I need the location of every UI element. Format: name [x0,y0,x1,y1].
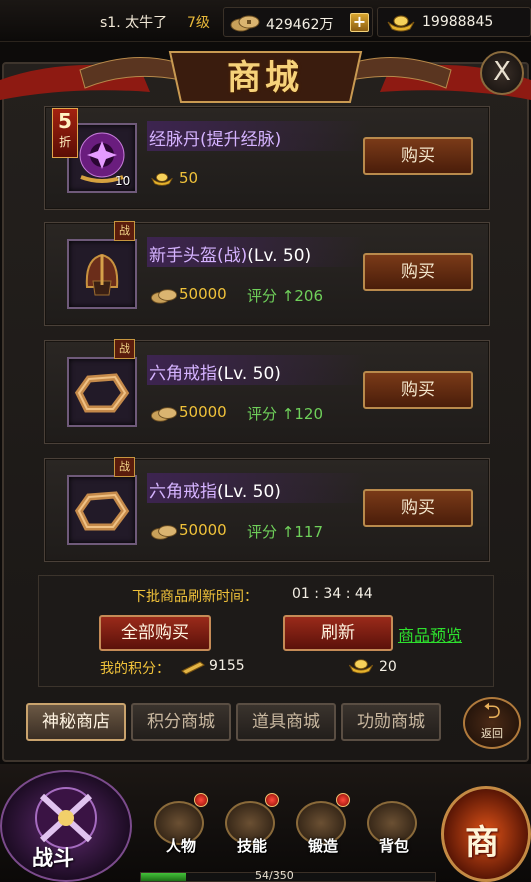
score-value: 120 [294,405,324,423]
shop-title: 商城 [227,58,303,98]
shop-item-row: 10 经脉丹(提升经脉) 50 购买 [44,106,490,210]
item-name-text: 经脉丹 [149,130,200,150]
item-slot[interactable] [67,239,137,309]
my-points-value: 9155 [209,658,245,674]
hexagon-ring-icon [74,491,130,531]
hud-label: 背包 [378,837,409,855]
return-arrow-icon: ⮌ [483,699,501,724]
score-value: 206 [294,287,324,305]
gold-balance: 19988845 [377,7,531,37]
notification-badge [265,793,279,807]
shop-item-row: 战 六角戒指(Lv. 50) 50000 评分 ↑117 购买 [44,457,490,562]
item-slot[interactable] [67,475,137,545]
hexagon-ring-icon [74,373,130,413]
player-name: s1. 太牛了 [100,15,168,31]
gold-ingot-icon [387,15,415,32]
item-name-text: 新手头盔(战) [149,246,248,266]
battle-tag: 战 [114,339,135,359]
item-level: (Lv. 50) [217,364,281,384]
item-price: 50000 [179,521,227,539]
buy-button[interactable]: 购买 [363,371,473,409]
battle-tag: 战 [114,457,135,477]
hud-character-button[interactable]: 人物 [148,793,212,865]
score-label: 评分 [247,523,278,541]
item-score: 评分 ↑117 [247,521,323,542]
item-name: 新手头盔(战)(Lv. 50) [149,241,311,266]
item-name: 六角戒指(Lv. 50) [149,359,281,384]
hud-skill-button[interactable]: 技能 [219,793,283,865]
my-points-label: 我的积分： [100,661,170,677]
hud-label: 人物 [165,837,196,855]
tab-items-shop[interactable]: 道具商城 [236,703,336,741]
back-label: 返回 [481,727,503,740]
buy-button[interactable]: 购买 [363,489,473,527]
notification-badge [336,793,350,807]
discount-value: 5 [58,109,72,133]
item-name-extra: (提升经脉) [200,130,282,150]
gold-amount: 19988845 [422,14,494,30]
arrow-up-icon: ↑ [281,405,295,423]
copper-balance: 429462万 + [223,7,373,37]
item-slot[interactable] [67,357,137,427]
item-name: 经脉丹(提升经脉) [149,125,281,150]
item-name-text: 六角戒指 [149,482,217,502]
score-label: 评分 [247,405,278,423]
close-icon: X [493,57,511,87]
hud-label: 锻造 [307,837,338,855]
discount-unit: 折 [58,135,71,149]
notification-badge [194,793,208,807]
hud-label: 技能 [236,837,267,855]
product-preview-link[interactable]: 商品预览 [398,622,462,646]
add-copper-button[interactable]: + [350,13,369,32]
helmet-icon [85,253,119,296]
copper-coins-icon [230,15,260,32]
item-price: 50000 [179,285,227,303]
arrow-up-icon: ↑ [281,287,295,305]
item-price: 50 [179,169,199,187]
copper-coins-icon [150,525,178,540]
score-value: 117 [294,523,324,541]
hud-forge-button[interactable]: 锻造 [290,793,354,865]
battle-tag: 战 [114,221,135,241]
copper-coins-icon [150,407,178,422]
copper-coins-icon [150,289,178,304]
refresh-time-label: 下批商品刷新时间： [132,589,258,605]
buy-all-button[interactable]: 全部购买 [99,615,211,651]
tab-mystery-shop[interactable]: 神秘商店 [26,703,126,741]
item-level: (Lv. 50) [247,246,312,266]
player-level: 7级 [187,15,210,31]
item-price: 50000 [179,403,227,421]
refresh-countdown: 01 : 34 : 44 [292,586,373,602]
item-level: (Lv. 50) [217,482,281,502]
tab-points-shop[interactable]: 积分商城 [131,703,231,741]
experience-text: 54/350 [255,869,294,882]
arrow-up-icon: ↑ [281,523,295,541]
gold-ingot-icon [348,659,374,674]
experience-fill [141,873,186,881]
hud-bag-button[interactable]: 背包 [361,795,425,865]
buy-button[interactable]: 购买 [363,137,473,175]
close-button[interactable]: X [480,51,524,95]
gold-ingot-icon [151,173,173,186]
item-name-text: 六角戒指 [149,364,217,384]
shop-item-row: 战 六角戒指(Lv. 50) 50000 评分 ↑120 购买 [44,339,490,444]
tab-merit-shop[interactable]: 功勋商城 [341,703,441,741]
item-name: 六角戒指(Lv. 50) [149,477,281,502]
discount-badge: 5 折 [52,108,78,158]
refresh-button[interactable]: 刷新 [283,615,393,651]
score-label: 评分 [247,287,278,305]
points-scroll-icon [181,661,205,675]
fight-label: 战斗 [32,846,74,870]
back-button[interactable]: ⮌ 返回 [463,697,521,749]
item-score: 评分 ↑206 [247,285,323,306]
item-quantity: 10 [115,174,131,188]
item-score: 评分 ↑120 [247,403,323,424]
shop-item-row: 战 新手头盔(战)(Lv. 50) 50000 评分 ↑206 购买 [44,221,490,326]
copper-amount: 429462万 [266,17,334,33]
refresh-cost: 20 [379,659,397,675]
buy-button[interactable]: 购买 [363,253,473,291]
shop-button-label: 商 [465,823,499,863]
